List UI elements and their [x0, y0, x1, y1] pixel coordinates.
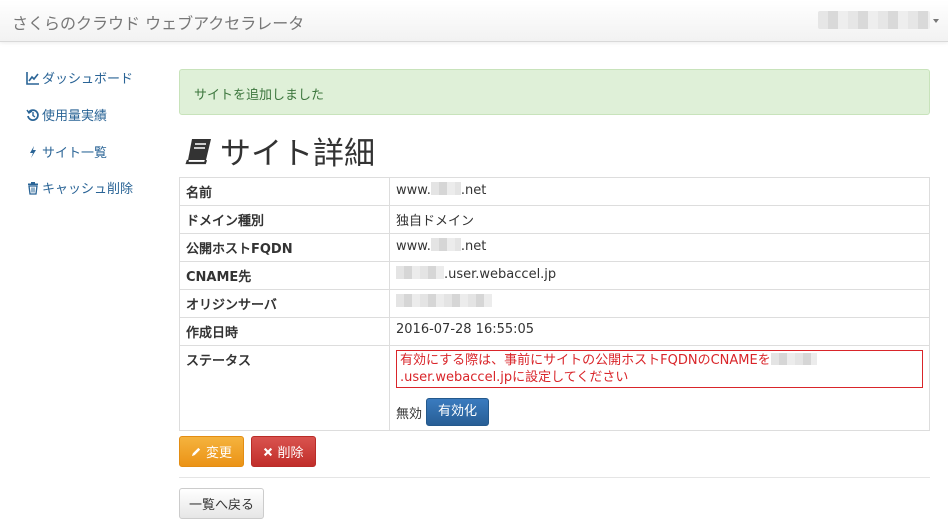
success-alert: サイトを追加しました [179, 69, 930, 115]
delete-button-label: 削除 [277, 446, 304, 461]
row-label: ドメイン種別 [179, 205, 390, 234]
table-row: ステータス 有効にする際は、事前にサイトの公開ホストFQDNのCNAMEを .us… [179, 345, 930, 431]
row-label: 名前 [179, 177, 390, 206]
delete-button[interactable]: 削除 [251, 436, 316, 467]
enable-button[interactable]: 有効化 [426, 398, 490, 426]
pencil-icon [191, 447, 201, 457]
row-value: www. .net [389, 177, 930, 206]
redacted-block [396, 294, 492, 307]
row-value: 有効にする際は、事前にサイトの公開ホストFQDNのCNAMEを .user.web… [389, 345, 930, 431]
redacted-block [430, 182, 461, 195]
warning-text: .user.webaccel.jpに設定してください [400, 370, 629, 385]
page-title: サイト詳細 [184, 128, 375, 173]
user-menu[interactable] [818, 11, 930, 29]
app-brand[interactable]: さくらのクラウド ウェブアクセラレータ [12, 10, 304, 34]
row-label: ステータス [179, 345, 390, 431]
redacted-block [430, 238, 461, 251]
alert-text: サイトを追加しました [194, 88, 325, 103]
value-suffix: .net [460, 239, 487, 254]
row-label: 作成日時 [179, 317, 390, 346]
sidebar-item-label: 使用量実績 [42, 109, 108, 124]
value-prefix: www. [396, 183, 431, 198]
row-value: www. .net [389, 233, 930, 262]
status-warning: 有効にする際は、事前にサイトの公開ホストFQDNのCNAMEを .user.web… [396, 350, 923, 388]
row-value: 2016-07-28 16:55:05 [389, 317, 930, 346]
sidebar-item-dashboard[interactable]: ダッシュボード [26, 68, 133, 87]
sidebar-item-usage[interactable]: 使用量実績 [26, 105, 107, 124]
sidebar-item-label: サイト一覧 [42, 146, 108, 161]
top-navbar: さくらのクラウド ウェブアクセラレータ [0, 0, 948, 42]
sidebar-item-label: ダッシュボード [42, 72, 134, 87]
value-suffix: .net [460, 183, 487, 198]
row-label: CNAME先 [179, 261, 390, 290]
divider [179, 477, 930, 478]
row-label: オリジンサーバ [179, 289, 390, 318]
status-row: 無効 有効化 [396, 398, 923, 426]
close-icon [264, 447, 273, 456]
sidebar-item-sites[interactable]: サイト一覧 [26, 142, 107, 161]
sidebar-item-cache-purge[interactable]: キャッシュ削除 [26, 178, 133, 197]
back-button-label: 一覧へ戻る [188, 498, 254, 513]
trash-icon [28, 181, 38, 195]
warning-text: 有効にする際は、事前にサイトの公開ホストFQDNのCNAMEを [400, 353, 771, 368]
site-detail-table: 名前 www. .net ドメイン種別 独自ドメイン 公開ホストFQDN www.… [179, 177, 930, 431]
caret-down-icon[interactable] [933, 19, 939, 23]
table-row: CNAME先 .user.webaccel.jp [179, 261, 930, 290]
page-title-text: サイト詳細 [220, 136, 375, 172]
sidebar-item-label: キャッシュ削除 [42, 182, 134, 197]
table-row: 作成日時 2016-07-28 16:55:05 [179, 317, 930, 346]
row-value [389, 289, 930, 318]
row-value: 独自ドメイン [389, 205, 930, 234]
history-icon [26, 108, 39, 121]
table-row: 公開ホストFQDN www. .net [179, 233, 930, 262]
table-row: オリジンサーバ [179, 289, 930, 318]
row-value: .user.webaccel.jp [389, 261, 930, 290]
redacted-block [396, 266, 444, 279]
edit-button[interactable]: 変更 [179, 436, 244, 467]
status-value: 無効 [396, 406, 423, 422]
value-suffix: .user.webaccel.jp [444, 267, 557, 282]
row-label: 公開ホストFQDN [179, 233, 390, 262]
edit-button-label: 変更 [205, 446, 232, 461]
back-to-list-button[interactable]: 一覧へ戻る [179, 488, 264, 519]
redacted-block [770, 353, 817, 365]
book-icon [185, 138, 211, 164]
chart-line-icon [26, 71, 39, 85]
table-row: 名前 www. .net [179, 177, 930, 206]
table-row: ドメイン種別 独自ドメイン [179, 205, 930, 234]
bolt-icon [30, 145, 36, 158]
value-prefix: www. [396, 239, 431, 254]
